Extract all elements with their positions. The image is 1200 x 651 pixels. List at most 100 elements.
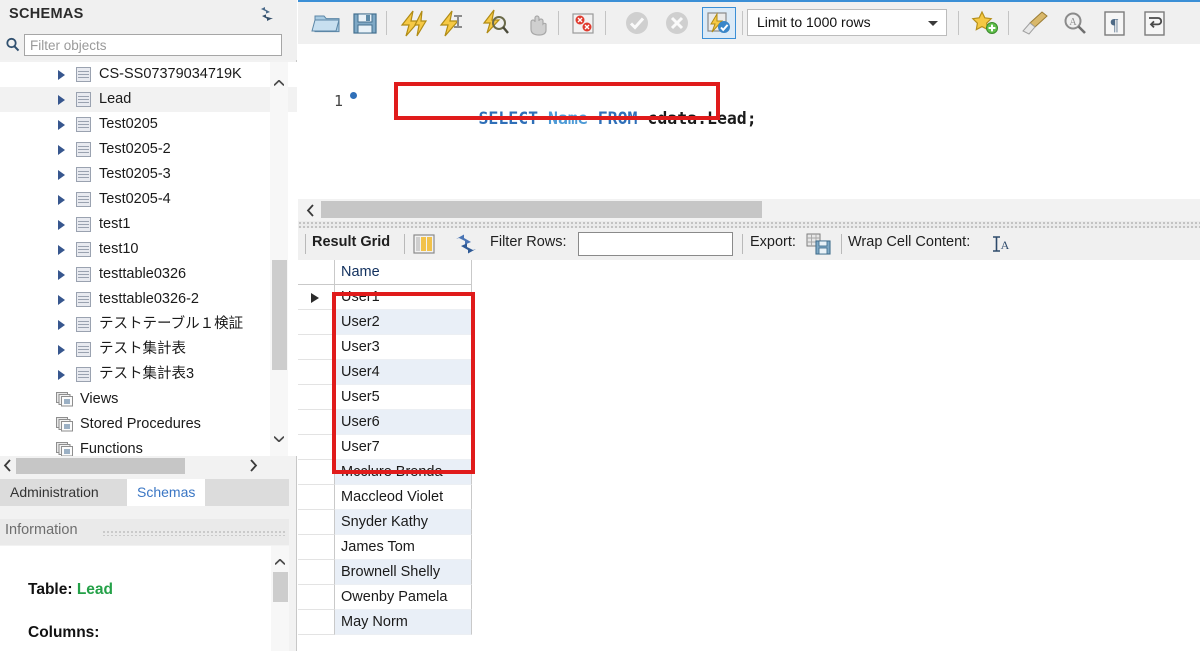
rollback-icon[interactable] [660, 7, 694, 39]
limit-rows-select[interactable]: Limit to 1000 rows [747, 9, 947, 36]
editor-hscroll-thumb[interactable] [321, 201, 762, 218]
row-header-cell[interactable] [298, 610, 335, 635]
grid-body[interactable]: User1 User2 User3 User4 User5 User6 User7 Mcclu… [298, 285, 1200, 635]
tree-scroll-thumb[interactable] [272, 260, 287, 370]
expand-triangle-icon[interactable] [58, 170, 65, 180]
scroll-right-arrow-icon[interactable] [247, 459, 259, 473]
tree-item-folder[interactable]: Functions [0, 437, 297, 456]
cell-name[interactable]: James Tom [335, 535, 472, 560]
tree-item-table[interactable]: Test0205-2 [0, 137, 297, 162]
tree-item-folder[interactable]: Views [0, 387, 297, 412]
toggle-stop-on-error-icon[interactable] [566, 7, 600, 39]
result-grid-label[interactable]: Result Grid [312, 234, 390, 250]
row-header-cell[interactable] [298, 435, 335, 460]
table-row[interactable]: Owenby Pamela [298, 585, 1200, 610]
expand-triangle-icon[interactable] [58, 220, 65, 230]
result-grid[interactable]: Name User1 User2 User3 User4 User5 User6 User7… [298, 260, 1200, 651]
cell-name[interactable]: User1 [335, 285, 472, 310]
table-row[interactable]: User3 [298, 335, 1200, 360]
information-vertical-scrollbar[interactable] [271, 546, 289, 651]
information-scroll-thumb[interactable] [273, 572, 288, 602]
tree-item-table[interactable]: Test0205 [0, 112, 297, 137]
beautify-sql-icon[interactable] [1018, 7, 1052, 39]
scroll-down-arrow-icon[interactable] [270, 430, 288, 448]
row-header-cell[interactable] [298, 485, 335, 510]
schema-object-tree[interactable]: CS-SS07379034719K Lead Test0205 Test0205-2 T… [0, 62, 297, 456]
row-header-cell[interactable] [298, 410, 335, 435]
row-header-cell[interactable] [298, 285, 335, 310]
tree-item-folder[interactable]: Stored Procedures [0, 412, 297, 437]
row-header-cell[interactable] [298, 585, 335, 610]
commit-icon[interactable] [620, 7, 654, 39]
cell-name[interactable]: Maccleod Violet [335, 485, 472, 510]
open-sql-script-icon[interactable] [310, 7, 344, 39]
cell-name[interactable]: User2 [335, 310, 472, 335]
snippets-star-icon[interactable] [968, 7, 1002, 39]
row-header-cell[interactable] [298, 385, 335, 410]
expand-triangle-icon[interactable] [58, 70, 65, 80]
expand-triangle-icon[interactable] [58, 370, 65, 380]
wrap-cell-icon[interactable]: A [990, 233, 1012, 255]
table-row[interactable]: User5 [298, 385, 1200, 410]
toggle-invisible-chars-icon[interactable]: ¶ [1097, 7, 1131, 39]
expand-triangle-icon[interactable] [58, 320, 65, 330]
scroll-left-arrow-icon[interactable] [2, 459, 14, 473]
sql-statement-text[interactable]: SELECT Name FROM cdata.Lead; [399, 90, 756, 147]
tab-administration[interactable]: Administration [0, 479, 109, 506]
expand-triangle-icon[interactable] [58, 270, 65, 280]
tree-item-table[interactable]: testtable0326 [0, 262, 297, 287]
expand-triangle-icon[interactable] [58, 95, 65, 105]
tree-item-table[interactable]: テスト集計表3 [0, 362, 297, 387]
save-sql-script-icon[interactable] [348, 7, 382, 39]
expand-triangle-icon[interactable] [58, 245, 65, 255]
find-icon[interactable]: A [1058, 7, 1092, 39]
tree-horizontal-scrollbar[interactable] [0, 456, 289, 476]
filter-objects-input[interactable] [24, 34, 282, 56]
form-editor-icon[interactable] [412, 233, 436, 255]
tree-vertical-scrollbar[interactable] [270, 62, 288, 456]
cell-name[interactable]: Owenby Pamela [335, 585, 472, 610]
row-header-cell[interactable] [298, 535, 335, 560]
chevron-down-icon[interactable] [928, 21, 938, 26]
tree-item-table[interactable]: Test0205-4 [0, 187, 297, 212]
tree-item-table[interactable]: CS-SS07379034719K [0, 62, 297, 87]
cell-name[interactable]: User4 [335, 360, 472, 385]
expand-triangle-icon[interactable] [58, 295, 65, 305]
stop-query-icon[interactable] [520, 7, 554, 39]
tree-hscroll-thumb[interactable] [16, 458, 185, 474]
tree-item-table[interactable]: test1 [0, 212, 297, 237]
row-header-cell[interactable] [298, 560, 335, 585]
editor-scroll-left-arrow-icon[interactable] [305, 204, 317, 217]
tree-item-table[interactable]: テストテーブル１検証 [0, 312, 297, 337]
tab-schemas[interactable]: Schemas [127, 479, 206, 506]
tree-item-table[interactable]: テスト集計表 [0, 337, 297, 362]
row-header-cell[interactable] [298, 335, 335, 360]
sql-query-editor[interactable]: 1 SELECT Name FROM cdata.Lead; [298, 44, 1200, 199]
cell-name[interactable]: User6 [335, 410, 472, 435]
table-row[interactable]: May Norm [298, 610, 1200, 635]
table-row[interactable]: Maccleod Violet [298, 485, 1200, 510]
export-recordset-icon[interactable] [806, 232, 832, 256]
toggle-word-wrap-icon[interactable] [1137, 7, 1171, 39]
execute-statement-icon[interactable] [395, 7, 429, 39]
scroll-up-arrow-icon[interactable] [270, 74, 288, 92]
tree-item-table[interactable]: testtable0326-2 [0, 287, 297, 312]
explain-query-icon[interactable] [478, 7, 512, 39]
row-header-cell[interactable] [298, 460, 335, 485]
table-row[interactable]: User4 [298, 360, 1200, 385]
expand-triangle-icon[interactable] [58, 145, 65, 155]
information-section-header[interactable]: Information [0, 519, 289, 545]
filter-rows-input[interactable] [578, 232, 733, 256]
expand-triangle-icon[interactable] [58, 195, 65, 205]
table-row[interactable]: James Tom [298, 535, 1200, 560]
table-row[interactable]: User6 [298, 410, 1200, 435]
cell-name[interactable]: Snyder Kathy [335, 510, 472, 535]
table-row[interactable]: User7 [298, 435, 1200, 460]
cell-name[interactable]: User5 [335, 385, 472, 410]
toggle-autocommit-icon[interactable] [702, 7, 736, 39]
row-header-cell[interactable] [298, 310, 335, 335]
execute-current-statement-icon[interactable] [436, 7, 470, 39]
table-row[interactable]: User2 [298, 310, 1200, 335]
grid-column-header-name[interactable]: Name [335, 260, 472, 285]
tree-item-table[interactable]: Test0205-3 [0, 162, 297, 187]
